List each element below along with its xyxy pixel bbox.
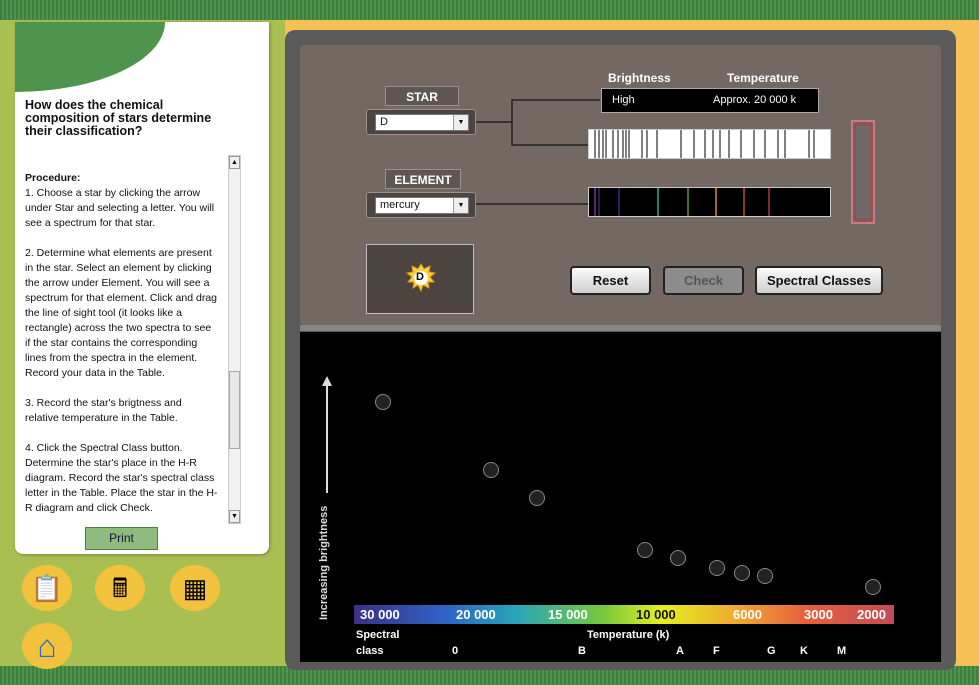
class-tick: B bbox=[578, 645, 586, 657]
star-point[interactable] bbox=[865, 579, 881, 595]
element-select[interactable]: mercury ▼ bbox=[375, 197, 469, 214]
brightness-header: Brightness bbox=[608, 71, 671, 85]
star-point[interactable] bbox=[529, 490, 545, 506]
reset-button[interactable]: Reset bbox=[570, 266, 651, 295]
spectral-label-line1: Spectral bbox=[356, 629, 400, 641]
temperature-value: Approx. 20 000 k bbox=[713, 94, 797, 106]
temperature-tick: 10 000 bbox=[636, 607, 676, 622]
star-point[interactable] bbox=[709, 560, 725, 576]
spectral-label-line2: class bbox=[356, 645, 384, 657]
chevron-down-icon[interactable]: ▼ bbox=[453, 115, 468, 130]
line-of-sight-tool[interactable] bbox=[851, 120, 875, 224]
star-selector-box: D ▼ bbox=[366, 109, 476, 135]
temperature-tick: 20 000 bbox=[456, 607, 496, 622]
star-point[interactable] bbox=[483, 462, 499, 478]
temperature-tick: 30 000 bbox=[360, 607, 400, 622]
element-spectrum-lines bbox=[589, 188, 830, 216]
star-point[interactable] bbox=[637, 542, 653, 558]
star-label: STAR bbox=[385, 86, 459, 106]
check-button[interactable]: Check bbox=[663, 266, 744, 295]
star-point[interactable] bbox=[670, 550, 686, 566]
class-tick: A bbox=[676, 645, 684, 657]
star-slot[interactable]: D bbox=[366, 244, 474, 314]
class-tick: F bbox=[713, 645, 720, 657]
star-badge-letter: D bbox=[416, 271, 424, 283]
star-spectrum bbox=[588, 129, 831, 159]
class-tick: K bbox=[800, 645, 808, 657]
star-info-readout: High Approx. 20 000 k bbox=[601, 88, 819, 113]
star-select[interactable]: D ▼ bbox=[375, 114, 469, 131]
element-label: ELEMENT bbox=[385, 169, 461, 189]
star-select-value: D bbox=[380, 116, 388, 128]
y-axis-label: Increasing brightness bbox=[318, 505, 330, 620]
class-tick: 0 bbox=[452, 645, 459, 657]
star-point[interactable] bbox=[734, 565, 750, 581]
element-select-value: mercury bbox=[380, 199, 420, 211]
class-tick: G bbox=[767, 645, 776, 657]
class-tick: M bbox=[837, 645, 847, 657]
chevron-down-icon[interactable]: ▼ bbox=[453, 198, 468, 213]
tool-window bbox=[856, 126, 870, 218]
element-spectrum bbox=[588, 187, 831, 217]
temperature-header: Temperature bbox=[727, 71, 799, 85]
star-spectrum-lines bbox=[589, 130, 830, 158]
star-point[interactable] bbox=[375, 394, 391, 410]
temperature-tick: 15 000 bbox=[548, 607, 588, 622]
temperature-tick: 6000 bbox=[733, 607, 762, 622]
temperature-tick: 3000 bbox=[804, 607, 833, 622]
star-point[interactable] bbox=[757, 568, 773, 584]
spectral-classes-button[interactable]: Spectral Classes bbox=[755, 266, 883, 295]
y-axis-line bbox=[326, 385, 328, 493]
element-selector-box: mercury ▼ bbox=[366, 192, 476, 218]
temperature-tick: 2000 bbox=[857, 607, 886, 622]
brightness-value: High bbox=[612, 94, 635, 106]
temperature-axis-label: Temperature (k) bbox=[587, 629, 670, 641]
